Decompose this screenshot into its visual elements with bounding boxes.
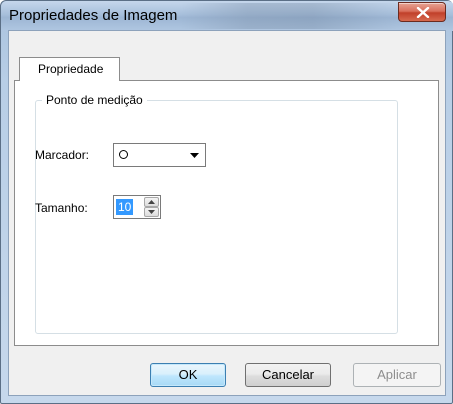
arrow-up-icon [148,200,155,204]
circle-outline-icon [119,150,128,159]
window-title: Propriedades de Imagem [9,7,178,24]
tab-propriedade[interactable]: Propriedade [19,57,120,81]
groupbox-title: Ponto de medição [42,93,147,107]
ok-button[interactable]: OK [150,363,226,387]
marker-label: Marcador: [35,148,90,162]
size-stepper[interactable]: 10 [113,195,161,219]
apply-button[interactable]: Aplicar [353,363,441,387]
close-button[interactable] [398,2,446,22]
size-label: Tamanho: [35,201,88,215]
close-icon [416,7,430,18]
size-value[interactable]: 10 [116,199,134,215]
arrow-down-icon [148,210,155,214]
decrement-button[interactable] [144,207,159,217]
groupbox-ponto-de-medicao [35,100,398,334]
marker-dropdown[interactable] [113,143,206,167]
tab-label: Propriedade [38,62,104,76]
cancel-button[interactable]: Cancelar [245,363,331,387]
title-bar[interactable]: Propriedades de Imagem [1,1,453,31]
chevron-down-icon [190,153,199,158]
increment-button[interactable] [144,197,159,207]
